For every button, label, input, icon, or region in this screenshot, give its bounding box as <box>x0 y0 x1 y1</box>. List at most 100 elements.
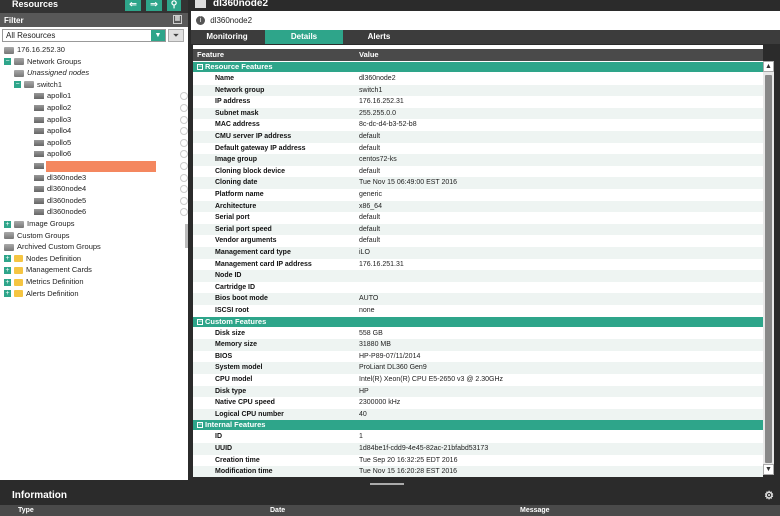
table-row[interactable]: Bios boot mode AUTO <box>193 293 763 305</box>
expand-icon[interactable]: + <box>4 220 11 228</box>
tree-item[interactable]: apollo6 <box>34 148 188 159</box>
table-row[interactable]: Memory size 31880 MB <box>193 339 763 351</box>
gear-icon[interactable]: ⚙ <box>764 489 774 502</box>
table-row[interactable]: Serial port speed default <box>193 223 763 236</box>
tree-item[interactable]: + Metrics Definition <box>4 276 84 287</box>
tab-details[interactable]: Details <box>265 30 343 44</box>
scroll-thumb[interactable] <box>765 75 772 463</box>
tree-item[interactable]: Archived Custom Groups <box>4 241 101 252</box>
tree-item[interactable]: dl360node6 <box>34 206 188 217</box>
feature-name: Cloning date <box>215 179 258 187</box>
tree-item[interactable]: − switch1 <box>14 79 62 90</box>
table-row[interactable]: ID 1 <box>193 431 763 443</box>
table-row[interactable]: IP address 176.16.252.31 <box>193 96 763 108</box>
table-row[interactable]: Cloning date Tue Nov 15 06:49:00 EST 2016 <box>193 177 763 189</box>
column-type[interactable]: Type <box>18 505 34 516</box>
table-row[interactable]: ISCSI root none <box>193 305 763 317</box>
column-value[interactable]: Value <box>359 49 379 61</box>
tree-item[interactable]: apollo1 <box>34 90 188 101</box>
table-row[interactable]: Cloning block device default <box>193 166 763 178</box>
chevron-down-icon[interactable]: ▼ <box>151 30 165 41</box>
table-row[interactable]: Native CPU speed 2300000 kHz <box>193 397 763 409</box>
table-row[interactable]: CMU server IP address default <box>193 131 763 143</box>
status-circle-icon <box>180 173 188 182</box>
table-row[interactable]: Network group switch1 <box>193 84 763 97</box>
feature-name: Management card IP address <box>215 260 312 268</box>
feature-name: Default gateway IP address <box>215 144 306 152</box>
table-row[interactable]: UUID 1d84be1f-cdd9-4e45-82ac-21bfabd53173 <box>193 443 763 455</box>
status-circle-icon <box>180 115 188 124</box>
tree-item[interactable]: dl360node4 <box>34 183 188 194</box>
tree-item[interactable]: dl360node3 <box>34 172 188 183</box>
filter-select[interactable]: All Resources ▼ <box>2 29 166 42</box>
table-row[interactable]: BIOS HP-P89-07/11/2014 <box>193 351 763 363</box>
funnel-icon[interactable]: ⏷ <box>168 29 184 42</box>
table-row[interactable]: Vendor arguments default <box>193 235 763 247</box>
expand-icon[interactable]: + <box>4 278 11 286</box>
table-row[interactable]: Logical CPU number 40 <box>193 408 763 421</box>
chevron-up-icon[interactable]: ▲ <box>763 61 774 72</box>
table-row[interactable]: System model ProLiant DL360 Gen9 <box>193 362 763 374</box>
table-row[interactable]: Disk size 558 GB <box>193 328 763 340</box>
column-date[interactable]: Date <box>270 505 285 516</box>
tree-item[interactable]: Unassigned nodes <box>14 67 89 78</box>
table-row[interactable]: Modification time Tue Nov 15 16:20:28 EST… <box>193 466 763 477</box>
tree-item[interactable]: apollo3 <box>34 114 188 125</box>
table-row[interactable]: Architecture x86_64 <box>193 200 763 213</box>
table-row[interactable]: Serial port default <box>193 212 763 224</box>
section-header[interactable]: − Internal Features <box>193 420 763 431</box>
collapse-icon[interactable]: − <box>14 81 21 89</box>
tab-monitoring[interactable]: Monitoring <box>191 30 263 44</box>
tree-item[interactable]: + Nodes Definition <box>4 253 81 264</box>
tree-item[interactable]: Custom Groups <box>4 230 70 241</box>
feature-name: Network group <box>215 86 265 94</box>
table-row[interactable]: CPU model Intel(R) Xeon(R) CPU E5-2650 v3… <box>193 374 763 386</box>
tree-item[interactable]: 176.16.252.30 <box>4 44 65 55</box>
table-row[interactable]: Management card type iLO <box>193 247 763 259</box>
panel-divider[interactable] <box>188 0 191 480</box>
tree-item[interactable]: dl360node5 <box>34 195 188 206</box>
table-row[interactable]: Subnet mask 255.255.0.0 <box>193 107 763 120</box>
node-icon <box>34 197 44 204</box>
expand-icon[interactable]: + <box>4 255 11 263</box>
column-message[interactable]: Message <box>520 505 550 516</box>
expand-icon[interactable]: + <box>4 266 11 274</box>
grid-scrollbar[interactable]: ▲ ▼ <box>763 61 774 475</box>
arrow-right-icon[interactable]: ⇒ <box>146 0 162 11</box>
collapse-icon[interactable]: − <box>4 58 11 66</box>
expand-icon[interactable]: + <box>4 290 11 298</box>
table-row[interactable]: Management card IP address 176.16.251.31 <box>193 259 763 271</box>
tree-item[interactable]: − Network Groups <box>4 56 81 67</box>
tab-alerts[interactable]: Alerts <box>343 30 415 44</box>
tree-item[interactable]: + Management Cards <box>4 264 92 275</box>
section-header[interactable]: − Custom Features <box>193 316 763 327</box>
tree-item[interactable]: + Image Groups <box>4 218 75 229</box>
table-row[interactable]: Disk type HP <box>193 385 763 398</box>
table-row[interactable]: Creation time Tue Sep 20 16:32:25 EDT 201… <box>193 455 763 467</box>
collapse-icon[interactable]: − <box>197 64 203 71</box>
tree-item-label: Custom Groups <box>17 230 70 240</box>
table-row[interactable]: Default gateway IP address default <box>193 143 763 155</box>
table-row[interactable]: Cartridge ID <box>193 282 763 294</box>
tree-item[interactable]: apollo2 <box>34 102 188 113</box>
tree-item-label: apollo2 <box>47 103 72 112</box>
group-icon <box>4 232 14 240</box>
grid-icon[interactable]: ▦ <box>173 15 182 24</box>
arrow-left-icon[interactable]: ⇐ <box>125 0 141 11</box>
table-row[interactable]: Image group centos72-ks <box>193 154 763 166</box>
collapse-icon[interactable]: − <box>197 318 203 325</box>
collapse-icon[interactable]: − <box>197 422 203 429</box>
section-header[interactable]: − Resource Features <box>193 62 763 72</box>
table-row[interactable]: Node ID <box>193 270 763 282</box>
tree-item[interactable]: + Alerts Definition <box>4 288 79 299</box>
information-columns: Type Date Message <box>0 505 780 516</box>
search-icon[interactable]: ⚲ <box>167 0 181 11</box>
table-row[interactable]: Name dl360node2 <box>193 73 763 85</box>
tree-item[interactable]: apollo4 <box>34 125 188 136</box>
information-header: Information ⚙ <box>0 485 780 504</box>
table-row[interactable]: Platform name generic <box>193 189 763 201</box>
tree-item[interactable]: apollo5 <box>34 137 188 148</box>
column-feature[interactable]: Feature <box>197 49 224 61</box>
table-row[interactable]: MAC address 8c-dc-d4-b3-52-b8 <box>193 119 763 131</box>
chevron-down-icon[interactable]: ▼ <box>763 464 774 475</box>
